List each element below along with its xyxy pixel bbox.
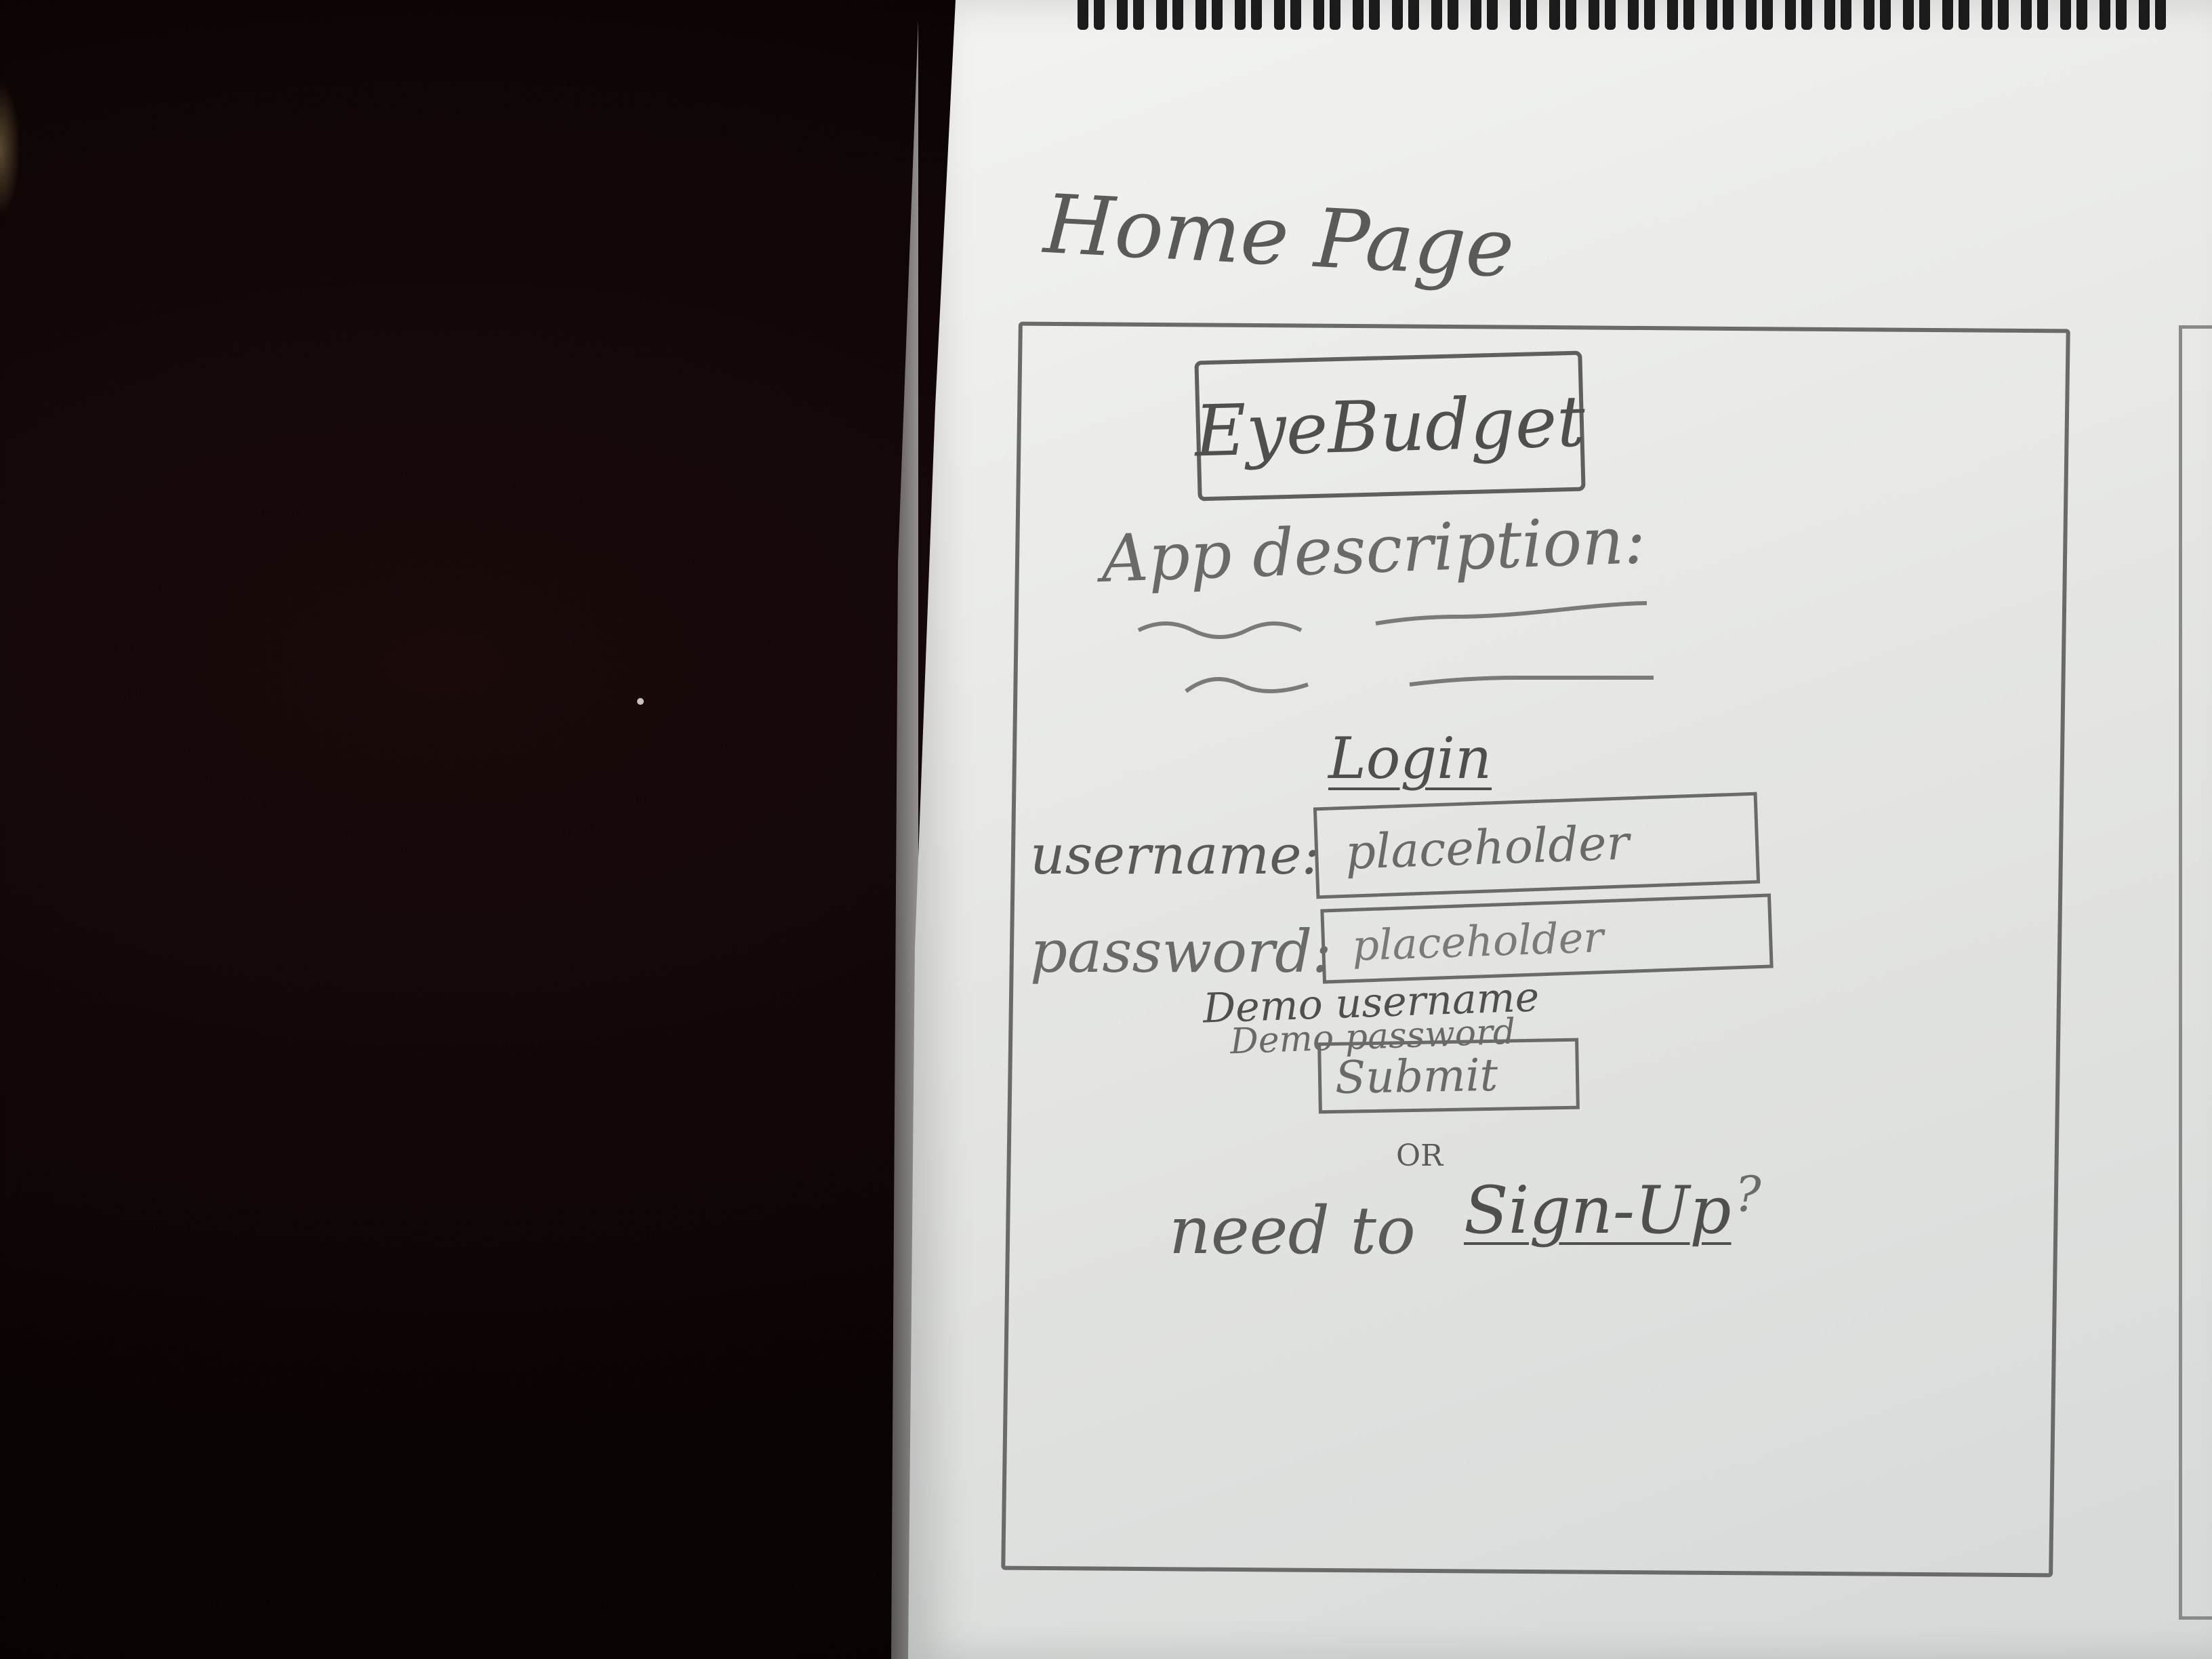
spiral-coil bbox=[1746, 0, 1773, 30]
spiral-coil bbox=[1667, 0, 1694, 30]
spiral-coil bbox=[1549, 0, 1576, 30]
spiral-coil bbox=[1078, 0, 1105, 30]
or-text: OR bbox=[1396, 1139, 1443, 1173]
password-input[interactable]: placeholder bbox=[1320, 893, 1774, 984]
spiral-coil bbox=[1824, 0, 1851, 30]
app-logo-box: EyeBudget bbox=[1193, 350, 1586, 501]
app-logo: EyeBudget bbox=[1193, 379, 1586, 473]
signup-link[interactable]: Sign-Up bbox=[1464, 1172, 1732, 1248]
spiral-coil bbox=[1510, 0, 1537, 30]
spiral-coil bbox=[2060, 0, 2087, 30]
photo-scene: Home Page EyeBudget App description: Log… bbox=[0, 0, 2212, 1659]
spiral-coil bbox=[1471, 0, 1498, 30]
spiral-coil bbox=[1903, 0, 1930, 30]
spiral-coil bbox=[1313, 0, 1340, 30]
spiral-coil bbox=[1864, 0, 1891, 30]
question-mark: ? bbox=[1735, 1166, 1761, 1223]
password-label: password: bbox=[1030, 918, 1332, 986]
spiral-binding bbox=[1078, 0, 2203, 34]
username-label: username: bbox=[1030, 823, 1320, 886]
spiral-coil bbox=[1195, 0, 1223, 30]
spiral-coil bbox=[1706, 0, 1734, 30]
spiral-coil bbox=[2139, 0, 2166, 30]
submit-button[interactable]: Submit bbox=[1317, 1038, 1580, 1114]
login-heading: Login bbox=[1328, 725, 1492, 792]
desk-edge bbox=[0, 81, 20, 217]
submit-label: Submit bbox=[1334, 1048, 1498, 1104]
username-placeholder: placeholder bbox=[1344, 814, 1631, 880]
spiral-coil bbox=[1353, 0, 1380, 30]
adjacent-page-frame bbox=[2179, 325, 2212, 1620]
spiral-coil bbox=[1274, 0, 1301, 30]
spiral-coil bbox=[1392, 0, 1419, 30]
spiral-coil bbox=[2100, 0, 2127, 30]
spiral-coil bbox=[1589, 0, 1616, 30]
spiral-coil bbox=[1117, 0, 1144, 30]
spiral-coil bbox=[1156, 0, 1183, 30]
dust-speck bbox=[637, 698, 644, 705]
spiral-coil bbox=[2021, 0, 2048, 30]
spiral-coil bbox=[1431, 0, 1458, 30]
spiral-coil bbox=[1628, 0, 1655, 30]
password-placeholder: placeholder bbox=[1351, 912, 1605, 970]
spiral-coil bbox=[1982, 0, 2009, 30]
description-placeholder-lines bbox=[1137, 601, 1654, 693]
spiral-coil bbox=[1785, 0, 1812, 30]
need-to-text: need to bbox=[1169, 1193, 1416, 1269]
spiral-coil bbox=[1235, 0, 1262, 30]
spiral-coil bbox=[1942, 0, 1969, 30]
username-input[interactable]: placeholder bbox=[1313, 792, 1761, 899]
